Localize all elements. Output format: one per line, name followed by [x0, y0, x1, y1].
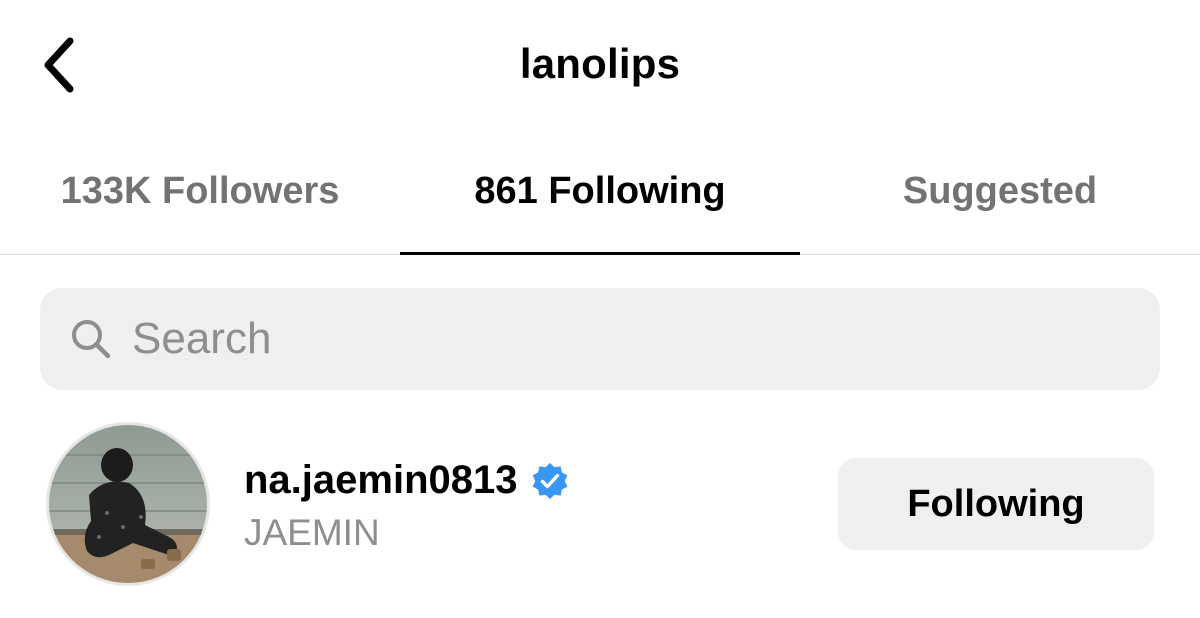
following-button[interactable]: Following	[838, 458, 1154, 550]
active-tab-indicator	[400, 252, 800, 255]
tab-followers[interactable]: 133K Followers	[0, 150, 400, 254]
tab-bar: 133K Followers 861 Following Suggested	[0, 150, 1200, 255]
username[interactable]: na.jaemin0813	[244, 458, 518, 503]
verified-badge-icon	[530, 461, 570, 501]
tab-following[interactable]: 861 Following	[400, 150, 800, 254]
search-icon	[68, 316, 114, 362]
avatar[interactable]	[46, 422, 210, 586]
username-line[interactable]: na.jaemin0813	[244, 458, 570, 503]
tab-suggested[interactable]: Suggested	[800, 150, 1200, 254]
full-name: JAEMIN	[244, 512, 380, 553]
page-title: lanolips	[519, 40, 681, 87]
search-input[interactable]	[132, 314, 1032, 364]
list-item[interactable]: na.jaemin0813 JAEMIN Following	[0, 420, 1200, 590]
search-bar[interactable]	[40, 288, 1160, 390]
top-bar: lanolips	[0, 0, 1200, 130]
